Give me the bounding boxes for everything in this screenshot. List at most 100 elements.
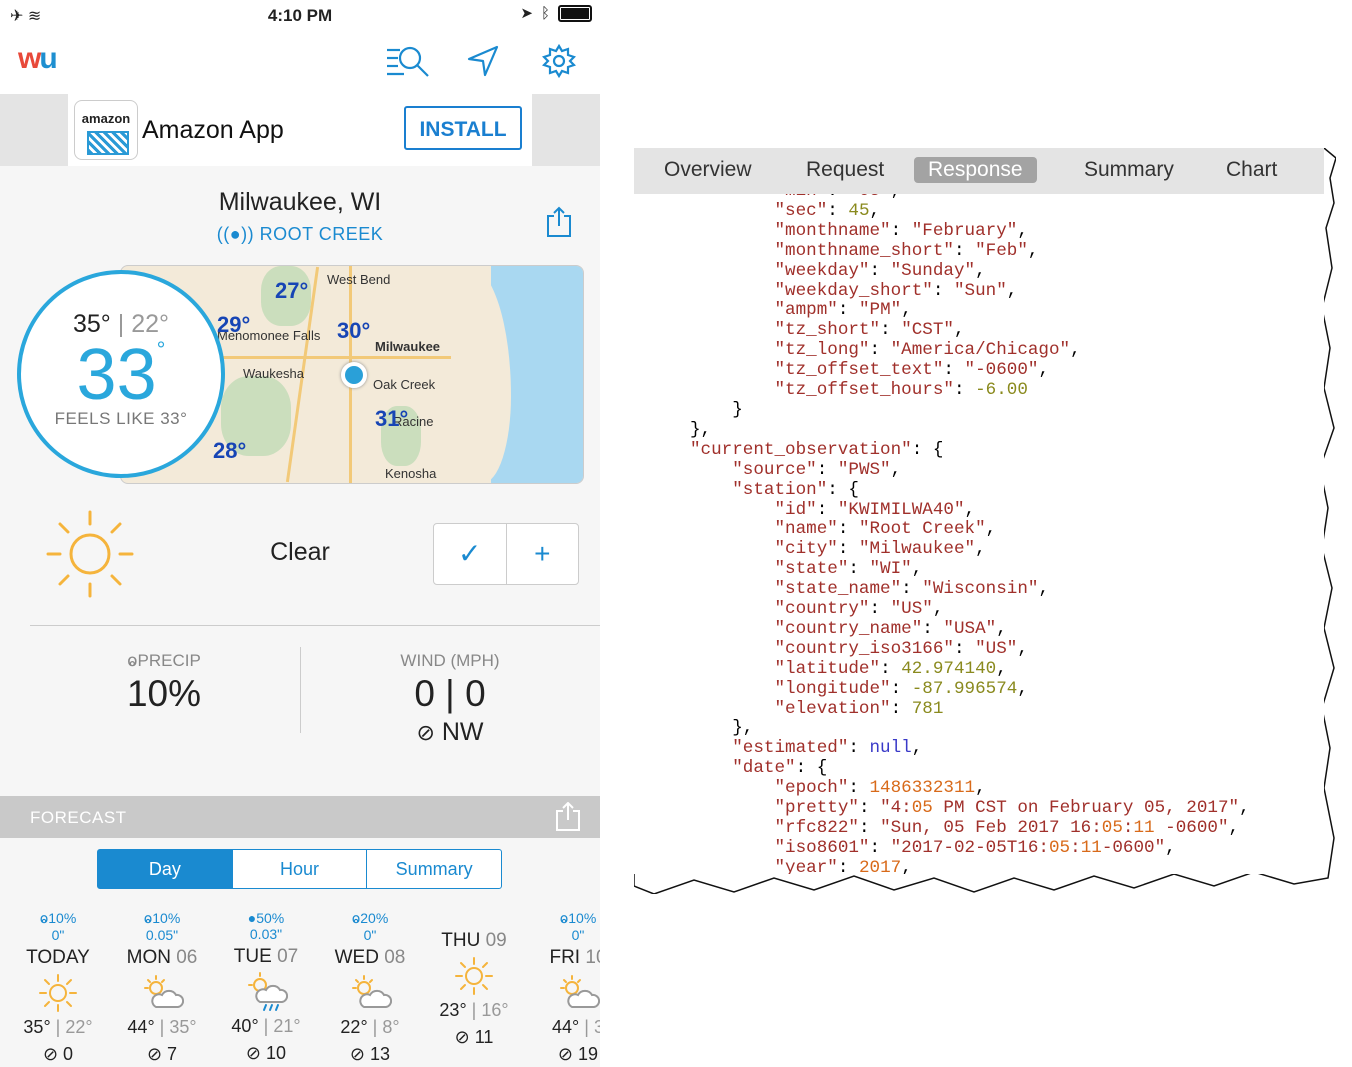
forecast-day[interactable]: ⱺ20% 0" WED 08 22° | 8° ⊘ 13 xyxy=(318,910,422,1065)
day-name: WED 08 xyxy=(334,947,406,968)
current-temp-dial: 35° | 22° 33° FEELS LIKE 33° xyxy=(17,270,225,478)
raindrop-icon: ⱺ xyxy=(559,910,569,926)
json-line: "state": "WI", xyxy=(774,559,923,580)
raindrop-icon: ⱺ xyxy=(143,910,153,926)
wind-label: WIND (MPH) xyxy=(400,651,500,670)
map-temp: 30° xyxy=(337,318,371,343)
json-response-body[interactable]: "min": "05", "sec": 45, "monthname": "Fe… xyxy=(634,194,1324,874)
forecast-day[interactable]: ●50% 0.03" TUE 07 40° | 21° ⊘ 10 xyxy=(214,910,318,1064)
json-line: "estimated": null, xyxy=(732,738,923,759)
share-icon[interactable] xyxy=(546,206,572,243)
share-icon[interactable] xyxy=(556,801,580,837)
forecast-day[interactable]: ⱺ10% 0.05" MON 06 44° | 35° ⊘ 7 xyxy=(110,910,214,1065)
tab-summary[interactable]: Summary xyxy=(1084,158,1174,182)
search-list-icon[interactable] xyxy=(386,44,432,83)
map-label: Oak Creek xyxy=(373,377,436,392)
tab-day[interactable]: Day xyxy=(98,850,232,888)
tab-overview[interactable]: Overview xyxy=(664,158,752,182)
json-line: "pretty": "4:05 PM CST on February 05, 2… xyxy=(774,798,1250,819)
day-wind: ⊘ 0 xyxy=(42,1044,74,1064)
map-label: Kenosha xyxy=(385,466,437,481)
day-wind: ⊘ 11 xyxy=(454,1027,494,1047)
day-precip-amount: 0" xyxy=(363,927,377,943)
map-label: Waukesha xyxy=(243,366,304,381)
ad-title: Amazon App xyxy=(142,116,284,144)
day-name: FRI 10 xyxy=(549,947,600,968)
day-precip: ●50% xyxy=(247,910,285,926)
confirm-button[interactable]: ✓ xyxy=(434,524,506,584)
day-precip: ⱺ10% xyxy=(559,910,597,926)
status-icons: ➤ ᛒ xyxy=(520,4,592,22)
tab-request[interactable]: Request xyxy=(806,158,884,182)
add-button[interactable]: + xyxy=(505,524,579,584)
forecast-tabs: Day Hour Summary xyxy=(97,849,502,889)
map-temp: 27° xyxy=(275,278,309,303)
partly-cloudy-icon xyxy=(526,973,600,1013)
day-temps: 40° | 21° xyxy=(231,1016,301,1036)
navigation-arrow-icon[interactable] xyxy=(466,44,500,83)
json-line: "monthname_short": "Feb", xyxy=(774,240,1039,261)
ad-content[interactable]: amazon Amazon App INSTALL xyxy=(68,94,532,166)
json-line: "source": "PWS", xyxy=(732,459,902,480)
json-line: "iso8601": "2017-02-05T16:05:11-0600", xyxy=(774,837,1176,858)
day-name: THU 09 xyxy=(441,930,507,951)
json-line: "current_observation": { xyxy=(690,439,944,460)
station-name: ROOT CREEK xyxy=(259,224,384,244)
install-button[interactable]: INSTALL xyxy=(404,106,522,150)
battery-icon xyxy=(558,4,592,22)
forecast-day[interactable]: ⱺ10%0" FRI 10 44° | 3 ⊘ 19 xyxy=(526,910,600,1065)
tab-chart[interactable]: Chart xyxy=(1226,158,1277,182)
compass-icon: ⊘ xyxy=(146,1044,163,1064)
precip-label: ⱺPRECIP xyxy=(127,651,201,670)
day-wind: ⊘ 10 xyxy=(245,1043,287,1063)
ad-banner: amazon Amazon App INSTALL xyxy=(0,94,600,166)
gear-icon[interactable] xyxy=(541,43,577,83)
cart-icon xyxy=(87,131,129,155)
json-line: "country": "US", xyxy=(774,599,944,620)
compass-icon: ⊘ xyxy=(245,1043,262,1063)
day-precip-amount: 0" xyxy=(571,927,585,943)
day-precip-amount: 0" xyxy=(51,927,65,943)
tab-hour[interactable]: Hour xyxy=(231,850,367,888)
station-selector[interactable]: ((●)) ROOT CREEK xyxy=(0,224,600,245)
compass-icon: ⊘ xyxy=(42,1044,59,1064)
json-line: "monthname": "February", xyxy=(774,220,1028,241)
tab-response[interactable]: Response xyxy=(914,157,1037,183)
wu-logo: wu xyxy=(18,42,58,75)
forecast-header: FORECAST xyxy=(0,796,600,838)
json-line: "latitude": 42.974140, xyxy=(774,658,1007,679)
location-marker xyxy=(341,362,367,388)
bluetooth-icon: ᛒ xyxy=(540,4,550,22)
json-line: "name": "Root Creek", xyxy=(774,519,997,540)
compass-icon: ⊘ xyxy=(416,720,435,745)
json-line: "tz_offset_text": "-0600", xyxy=(774,360,1049,381)
raindrop-icon: ⱺ xyxy=(351,910,361,926)
map-temp: 31° xyxy=(375,406,409,431)
day-temps: 35° | 22° xyxy=(23,1017,93,1037)
map-label: West Bend xyxy=(327,272,391,287)
wind-direction: ⊘ NW xyxy=(416,718,484,746)
check-icon: ✓ xyxy=(458,538,482,569)
forecast-day[interactable]: THU 09 23° | 16° ⊘ 11 xyxy=(422,910,526,1048)
map-temp: 28° xyxy=(213,438,247,463)
feels-like: FEELS LIKE 33° xyxy=(54,409,188,428)
json-line: "city": "Milwaukee", xyxy=(774,539,986,560)
json-line: "country_name": "USA", xyxy=(774,618,1007,639)
json-line: }, xyxy=(732,718,754,739)
json-line: "elevation": 781 xyxy=(774,698,944,719)
json-line: }, xyxy=(690,419,712,440)
json-line: } xyxy=(732,399,743,420)
compass-icon: ⊘ xyxy=(454,1027,470,1047)
json-line: "weekday_short": "Sun", xyxy=(774,280,1018,301)
map-label: Milwaukee xyxy=(375,339,441,354)
day-name: MON 06 xyxy=(126,947,198,968)
station-signal-icon: ((●)) xyxy=(216,224,255,244)
json-line: "weekday": "Sunday", xyxy=(774,260,986,281)
clear-sun-icon xyxy=(44,508,136,605)
day-name: TODAY xyxy=(26,947,90,968)
raindrop-icon: ⱺ xyxy=(127,651,138,670)
tab-summary[interactable]: Summary xyxy=(366,850,501,888)
forecast-day[interactable]: ⱺ10% 0" TODAY 35° | 22° ⊘ 0 xyxy=(6,910,110,1065)
day-precip-amount: 0.03" xyxy=(249,926,283,942)
json-line: "tz_long": "America/Chicago", xyxy=(774,340,1081,361)
